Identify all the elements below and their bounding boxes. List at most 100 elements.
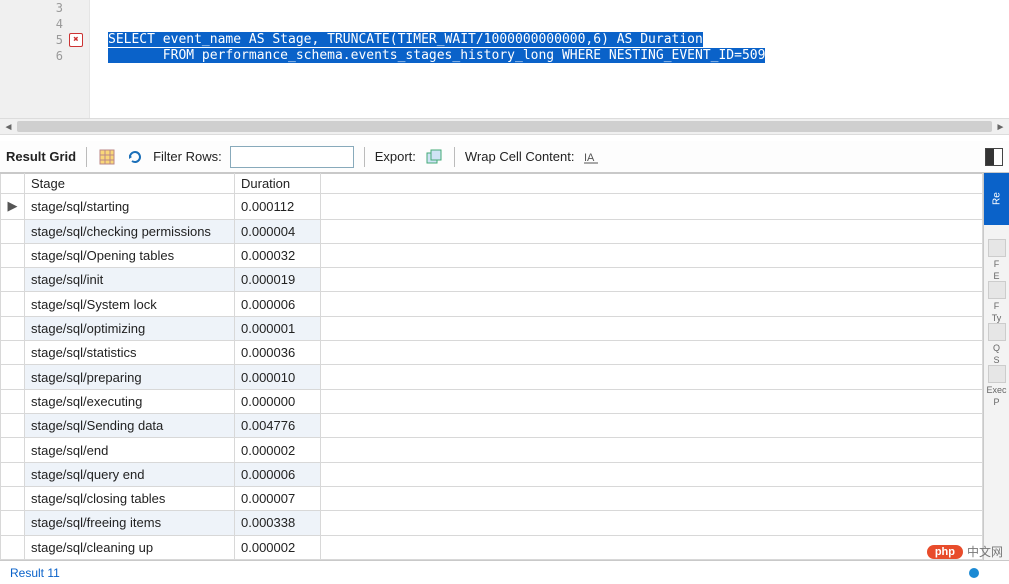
- cell-duration[interactable]: 0.000338: [235, 511, 321, 535]
- row-indicator[interactable]: [1, 486, 25, 510]
- cell-stage[interactable]: stage/sql/System lock: [25, 292, 235, 316]
- watermark-text: 中文网: [967, 543, 1003, 560]
- row-indicator[interactable]: [1, 511, 25, 535]
- row-indicator[interactable]: [1, 219, 25, 243]
- cell-stage[interactable]: stage/sql/optimizing: [25, 316, 235, 340]
- refresh-icon[interactable]: [125, 147, 145, 167]
- table-row[interactable]: stage/sql/Opening tables0.000032: [1, 243, 983, 267]
- row-indicator[interactable]: [1, 268, 25, 292]
- row-indicator[interactable]: [1, 243, 25, 267]
- side-tab-result[interactable]: Re: [984, 173, 1009, 225]
- side-dock-item-icon: [988, 365, 1006, 383]
- column-header-duration[interactable]: Duration: [235, 174, 321, 194]
- cell-duration[interactable]: 0.000010: [235, 365, 321, 389]
- code-line[interactable]: [108, 0, 1009, 16]
- cell-duration[interactable]: 0.004776: [235, 414, 321, 438]
- column-header-stage[interactable]: Stage: [25, 174, 235, 194]
- cell-empty: [321, 389, 983, 413]
- table-row[interactable]: stage/sql/optimizing0.000001: [1, 316, 983, 340]
- wrap-cell-icon[interactable]: IA: [582, 147, 602, 167]
- table-row[interactable]: stage/sql/query end0.000006: [1, 462, 983, 486]
- row-indicator[interactable]: [1, 341, 25, 365]
- side-dock-item[interactable]: QS: [986, 323, 1008, 365]
- code-line[interactable]: SELECT event_name AS Stage, TRUNCATE(TIM…: [108, 32, 1009, 48]
- scroll-left-arrow-icon[interactable]: ◄: [0, 120, 17, 135]
- cell-stage[interactable]: stage/sql/cleaning up: [25, 535, 235, 559]
- table-row[interactable]: stage/sql/Sending data0.004776: [1, 414, 983, 438]
- editor-code[interactable]: SELECT event_name AS Stage, TRUNCATE(TIM…: [90, 0, 1009, 118]
- cell-stage[interactable]: stage/sql/Opening tables: [25, 243, 235, 267]
- cell-duration[interactable]: 0.000000: [235, 389, 321, 413]
- cell-stage[interactable]: stage/sql/starting: [25, 194, 235, 220]
- table-row[interactable]: stage/sql/cleaning up0.000002: [1, 535, 983, 559]
- cell-duration[interactable]: 0.000001: [235, 316, 321, 340]
- result-grid-table[interactable]: Stage Duration ▶stage/sql/starting0.0001…: [0, 173, 983, 560]
- cell-duration[interactable]: 0.000002: [235, 438, 321, 462]
- table-row[interactable]: stage/sql/init0.000019: [1, 268, 983, 292]
- row-indicator[interactable]: ▶: [1, 194, 25, 220]
- side-dock-item[interactable]: ExecP: [986, 365, 1008, 407]
- error-marker-icon[interactable]: [69, 33, 83, 47]
- result-tab[interactable]: Result 11: [10, 566, 60, 580]
- row-indicator[interactable]: [1, 462, 25, 486]
- row-indicator[interactable]: [1, 316, 25, 340]
- cell-stage[interactable]: stage/sql/query end: [25, 462, 235, 486]
- table-row[interactable]: stage/sql/statistics0.000036: [1, 341, 983, 365]
- scroll-right-arrow-icon[interactable]: ►: [992, 120, 1009, 135]
- cell-stage[interactable]: stage/sql/freeing items: [25, 511, 235, 535]
- code-line[interactable]: FROM performance_schema.events_stages_hi…: [108, 48, 1009, 64]
- cell-duration[interactable]: 0.000112: [235, 194, 321, 220]
- filter-rows-input[interactable]: [230, 146, 354, 168]
- cell-duration[interactable]: 0.000006: [235, 292, 321, 316]
- row-indicator[interactable]: [1, 414, 25, 438]
- cell-stage[interactable]: stage/sql/Sending data: [25, 414, 235, 438]
- cell-empty: [321, 341, 983, 365]
- table-row[interactable]: stage/sql/closing tables0.000007: [1, 486, 983, 510]
- cell-duration[interactable]: 0.000036: [235, 341, 321, 365]
- cell-stage[interactable]: stage/sql/checking permissions: [25, 219, 235, 243]
- result-grid-label: Result Grid: [6, 149, 76, 164]
- separator: [86, 147, 87, 167]
- row-indicator[interactable]: [1, 438, 25, 462]
- cell-stage[interactable]: stage/sql/closing tables: [25, 486, 235, 510]
- cell-duration[interactable]: 0.000004: [235, 219, 321, 243]
- scroll-thumb[interactable]: [17, 121, 992, 132]
- table-row[interactable]: stage/sql/System lock0.000006: [1, 292, 983, 316]
- gutter-line: 4: [0, 16, 89, 32]
- row-header-blank: [1, 174, 25, 194]
- table-row[interactable]: stage/sql/end0.000002: [1, 438, 983, 462]
- code-line[interactable]: [108, 16, 1009, 32]
- cell-duration[interactable]: 0.000002: [235, 535, 321, 559]
- separator: [364, 147, 365, 167]
- sql-editor[interactable]: 3456 SELECT event_name AS Stage, TRUNCAT…: [0, 0, 1009, 118]
- cell-stage[interactable]: stage/sql/preparing: [25, 365, 235, 389]
- cell-stage[interactable]: stage/sql/end: [25, 438, 235, 462]
- filter-rows-label: Filter Rows:: [153, 149, 222, 164]
- cell-stage[interactable]: stage/sql/init: [25, 268, 235, 292]
- table-row[interactable]: ▶stage/sql/starting0.000112: [1, 194, 983, 220]
- side-dock-item[interactable]: FE: [986, 239, 1008, 281]
- cell-empty: [321, 438, 983, 462]
- row-indicator[interactable]: [1, 389, 25, 413]
- cell-stage[interactable]: stage/sql/executing: [25, 389, 235, 413]
- table-row[interactable]: stage/sql/checking permissions0.000004: [1, 219, 983, 243]
- cell-duration[interactable]: 0.000032: [235, 243, 321, 267]
- table-row[interactable]: stage/sql/freeing items0.000338: [1, 511, 983, 535]
- side-dock-item-icon: [988, 239, 1006, 257]
- cell-stage[interactable]: stage/sql/statistics: [25, 341, 235, 365]
- cell-empty: [321, 292, 983, 316]
- row-indicator[interactable]: [1, 535, 25, 559]
- side-dock-item[interactable]: FTy: [986, 281, 1008, 323]
- table-row[interactable]: stage/sql/executing0.000000: [1, 389, 983, 413]
- export-icon[interactable]: [424, 147, 444, 167]
- watermark-pill: php: [927, 545, 963, 559]
- cell-duration[interactable]: 0.000006: [235, 462, 321, 486]
- cell-duration[interactable]: 0.000019: [235, 268, 321, 292]
- row-indicator[interactable]: [1, 292, 25, 316]
- editor-horizontal-scrollbar[interactable]: ◄ ►: [0, 118, 1009, 135]
- cell-duration[interactable]: 0.000007: [235, 486, 321, 510]
- table-row[interactable]: stage/sql/preparing0.000010: [1, 365, 983, 389]
- row-indicator[interactable]: [1, 365, 25, 389]
- grid-view-icon[interactable]: [97, 147, 117, 167]
- toggle-side-panel-button[interactable]: [985, 148, 1003, 166]
